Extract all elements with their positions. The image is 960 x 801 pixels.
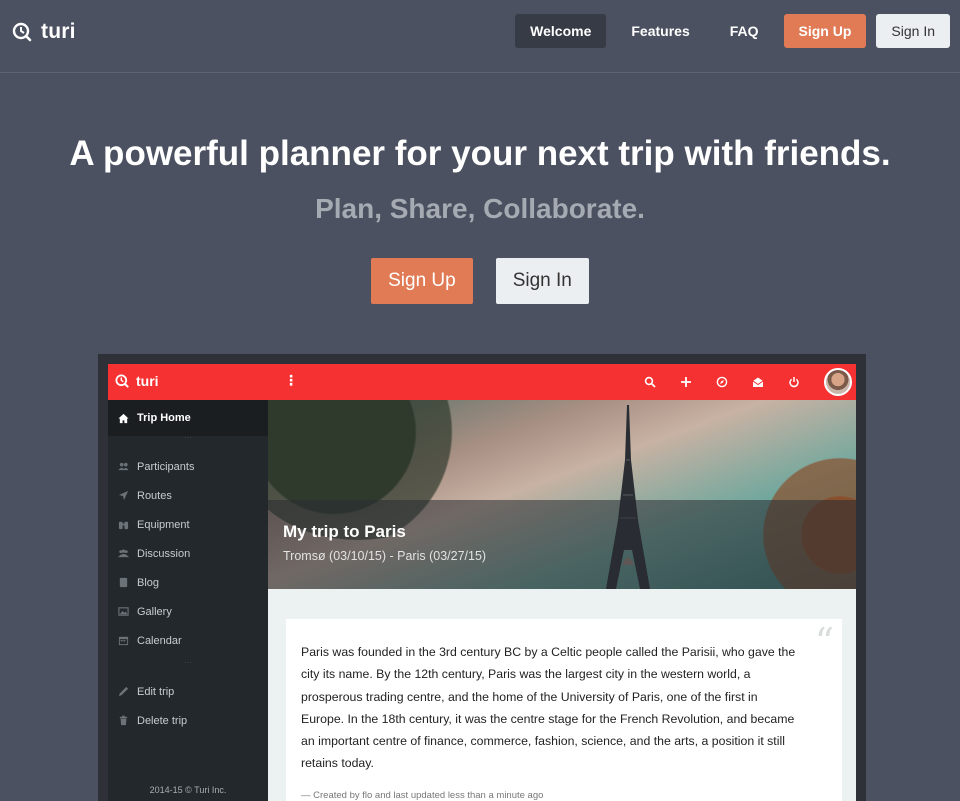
main-nav: Welcome Features FAQ Sign Up Sign In bbox=[515, 14, 950, 48]
hero-actions: Sign Up Sign In bbox=[0, 258, 960, 304]
trip-description: Paris was founded in the 3rd century BC … bbox=[301, 645, 796, 771]
power-icon bbox=[776, 374, 812, 390]
brand-name: turi bbox=[41, 20, 76, 43]
sidebar-item-participants: Participants bbox=[108, 452, 268, 481]
binoculars-icon bbox=[117, 519, 129, 531]
nav-faq[interactable]: FAQ bbox=[715, 14, 774, 48]
nav-features[interactable]: Features bbox=[616, 14, 704, 48]
avatar bbox=[824, 368, 852, 396]
sidebar-divider: ··· bbox=[184, 658, 192, 667]
calendar-icon bbox=[117, 635, 129, 647]
turi-logo-icon bbox=[115, 374, 129, 388]
nav-welcome[interactable]: Welcome bbox=[515, 14, 607, 48]
sidebar-item-routes: Routes bbox=[108, 481, 268, 510]
sidebar-item-label: Gallery bbox=[137, 605, 172, 618]
navigation-arrow-icon bbox=[117, 490, 129, 502]
group-icon bbox=[117, 548, 129, 560]
pencil-icon bbox=[117, 686, 129, 698]
sidebar-item-label: Calendar bbox=[137, 634, 182, 647]
hero-title: A powerful planner for your next trip wi… bbox=[69, 134, 891, 173]
trip-cover-image: My trip to Paris Tromsø (03/10/15) - Par… bbox=[268, 400, 856, 589]
sidebar-divider: ··· bbox=[184, 433, 192, 442]
home-icon bbox=[117, 412, 129, 424]
trip-description-card: “ Paris was founded in the 3rd century B… bbox=[286, 619, 842, 801]
sidebar-item-label: Equipment bbox=[137, 518, 190, 531]
turi-logo-icon bbox=[12, 22, 32, 42]
sidebar-item-label: Edit trip bbox=[137, 685, 175, 698]
users-icon bbox=[117, 461, 129, 473]
mail-icon bbox=[740, 374, 776, 390]
top-navbar: turi Welcome Features FAQ Sign Up Sign I… bbox=[0, 0, 960, 73]
sidebar-item-equipment: Equipment bbox=[108, 510, 268, 539]
sidebar-item-label: Routes bbox=[137, 489, 172, 502]
app-preview-frame: turi ⋮ Trip Home ··· Participants Routes… bbox=[98, 354, 866, 801]
app-preview: turi ⋮ Trip Home ··· Participants Routes… bbox=[108, 364, 856, 801]
trip-description-meta: — Created by flo and last updated less t… bbox=[301, 790, 544, 801]
hero-sign-in-button[interactable]: Sign In bbox=[495, 258, 589, 304]
compass-icon bbox=[704, 374, 740, 390]
sidebar-item-label: Blog bbox=[137, 576, 160, 589]
app-sidebar: Trip Home ··· Participants Routes Equipm… bbox=[108, 400, 268, 801]
plus-icon bbox=[668, 374, 704, 390]
sidebar-item-gallery: Gallery bbox=[108, 597, 268, 626]
nav-sign-in-button[interactable]: Sign In bbox=[876, 14, 950, 48]
sidebar-item-edit-trip: Edit trip bbox=[108, 677, 268, 706]
trash-icon bbox=[117, 715, 129, 727]
sidebar-item-label: Participants bbox=[137, 460, 195, 473]
book-icon bbox=[117, 577, 129, 589]
app-toolbar bbox=[632, 374, 812, 390]
app-brand: turi bbox=[115, 373, 159, 389]
sidebar-item-label: Trip Home bbox=[137, 412, 191, 424]
quote-icon: “ bbox=[814, 620, 834, 664]
menu-icon: ⋮ bbox=[284, 372, 298, 388]
hero-subtitle: Plan, Share, Collaborate. bbox=[315, 193, 645, 224]
cover-overlay bbox=[268, 500, 856, 589]
search-icon bbox=[632, 374, 668, 390]
nav-sign-up-button[interactable]: Sign Up bbox=[783, 14, 867, 48]
trip-title: My trip to Paris bbox=[283, 522, 406, 541]
sidebar-item-trip-home: Trip Home bbox=[108, 400, 268, 436]
sidebar-item-discussion: Discussion bbox=[108, 539, 268, 568]
app-header: turi ⋮ bbox=[108, 364, 856, 400]
sidebar-item-delete-trip: Delete trip bbox=[108, 706, 268, 735]
brand[interactable]: turi bbox=[12, 20, 76, 44]
sidebar-footer: 2014-15 © Turi Inc. bbox=[149, 785, 227, 795]
sidebar-item-label: Discussion bbox=[137, 547, 191, 560]
hero-sign-up-button[interactable]: Sign Up bbox=[371, 258, 473, 304]
trip-dates: Tromsø (03/10/15) - Paris (03/27/15) bbox=[283, 549, 487, 563]
sidebar-item-label: Delete trip bbox=[137, 714, 188, 727]
app-brand-name: turi bbox=[136, 373, 159, 389]
image-icon bbox=[117, 606, 129, 618]
sidebar-item-calendar: Calendar bbox=[108, 626, 268, 655]
sidebar-item-blog: Blog bbox=[108, 568, 268, 597]
